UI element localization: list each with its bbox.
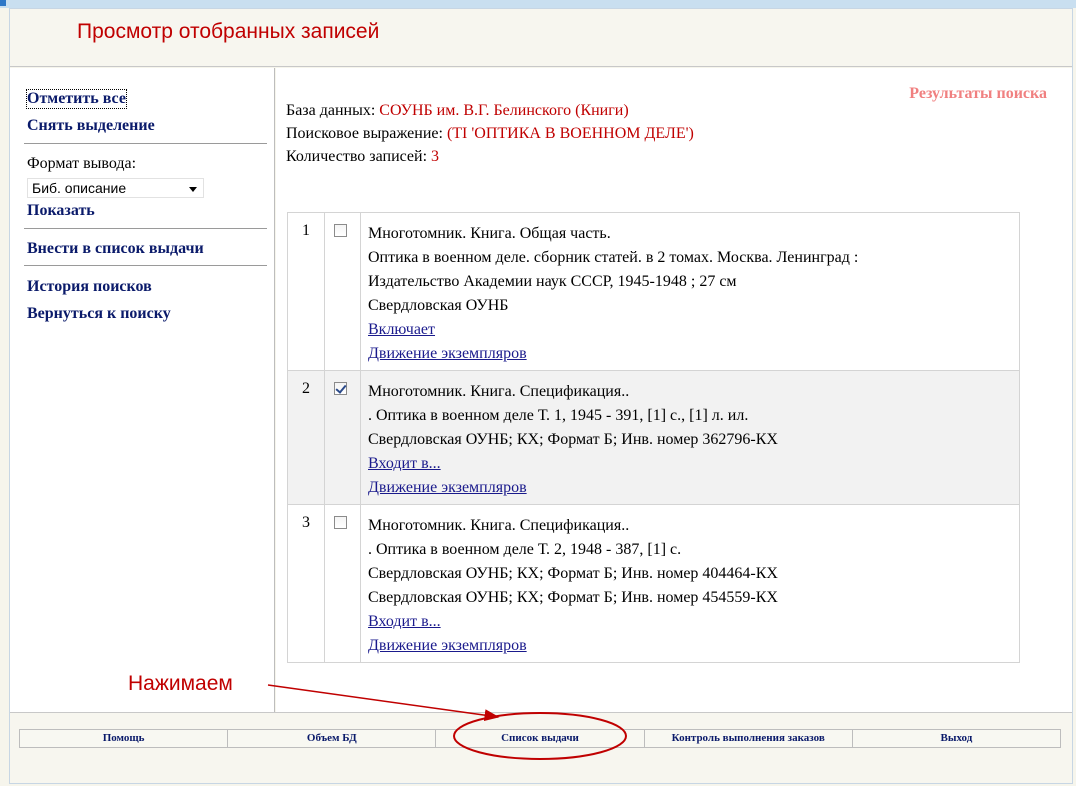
- copies-movement-link[interactable]: Движение экземпляров: [368, 476, 1019, 500]
- query-value: (TI 'ОПТИКА В ВОЕННОМ ДЕЛЕ'): [446, 125, 694, 142]
- table-row: 3 Многотомник. Книга. Спецификация.. . О…: [287, 504, 1020, 663]
- nav-issue-list[interactable]: Список выдачи: [436, 730, 645, 747]
- table-row: 2 Многотомник. Книга. Спецификация.. . О…: [287, 370, 1020, 505]
- record-number: 1: [287, 212, 325, 371]
- query-label: Поисковое выражение:: [286, 125, 443, 142]
- copies-movement-link[interactable]: Движение экземпляров: [368, 634, 1019, 658]
- database-info: База данных: СОУНБ им. В.Г. Белинского (…: [286, 102, 629, 120]
- chevron-down-icon: [189, 187, 197, 192]
- records-table: 1 Многотомник. Книга. Общая часть. Оптик…: [287, 212, 1020, 663]
- select-all-link[interactable]: Отметить все: [26, 89, 127, 109]
- includes-link[interactable]: Включает: [368, 318, 1019, 342]
- record-body: Многотомник. Книга. Спецификация.. . Опт…: [360, 370, 1020, 505]
- record-line: Свердловская ОУНБ: [368, 297, 509, 314]
- record-checkbox[interactable]: [334, 516, 347, 529]
- back-to-search-link[interactable]: Вернуться к поиску: [27, 305, 171, 323]
- table-row: 1 Многотомник. Книга. Общая часть. Оптик…: [287, 212, 1020, 371]
- deselect-link[interactable]: Снять выделение: [27, 117, 155, 135]
- nav-help[interactable]: Помощь: [20, 730, 229, 747]
- query-info: Поисковое выражение: (TI 'ОПТИКА В ВОЕНН…: [286, 125, 694, 143]
- sidebar-divider: [24, 228, 267, 230]
- part-of-link[interactable]: Входит в...: [368, 610, 1019, 634]
- window-corner-icon: [0, 0, 6, 6]
- record-line: Свердловская ОУНБ; КХ; Формат Б; Инв. но…: [368, 431, 778, 448]
- page-title: Просмотр отобранных записей: [77, 20, 380, 43]
- record-checkbox[interactable]: [334, 382, 347, 395]
- record-checkbox[interactable]: [334, 224, 347, 237]
- record-line: Свердловская ОУНБ; КХ; Формат Б; Инв. но…: [368, 565, 778, 582]
- nav-db-volume[interactable]: Объем БД: [228, 730, 437, 747]
- record-line: . Оптика в военном деле Т. 2, 1948 - 387…: [368, 541, 682, 558]
- format-label: Формат вывода:: [27, 155, 137, 172]
- record-line: Оптика в военном деле. сборник статей. в…: [368, 249, 859, 266]
- show-link[interactable]: Показать: [27, 202, 95, 220]
- count-value: 3: [431, 148, 440, 165]
- record-line: Многотомник. Книга. Спецификация..: [368, 517, 630, 534]
- annotation-label: Нажимаем: [128, 672, 233, 695]
- results-title: Результаты поиска: [909, 85, 1047, 102]
- window-top-strip: [0, 0, 1076, 8]
- page-footer: Помощь Объем БД Список выдачи Контроль в…: [10, 712, 1072, 784]
- count-label: Количество записей:: [286, 148, 428, 165]
- add-to-list-link[interactable]: Внести в список выдачи: [27, 240, 204, 258]
- record-body: Многотомник. Книга. Спецификация.. . Опт…: [360, 504, 1020, 663]
- record-line: Многотомник. Книга. Общая часть.: [368, 225, 611, 242]
- sidebar-divider: [24, 265, 267, 267]
- sidebar: Отметить все Снять выделение Формат выво…: [10, 68, 275, 712]
- sidebar-divider: [24, 143, 267, 145]
- copies-movement-link[interactable]: Движение экземпляров: [368, 342, 1019, 366]
- nav-order-control[interactable]: Контроль выполнения заказов: [644, 730, 853, 747]
- database-label: База данных:: [286, 102, 376, 119]
- part-of-link[interactable]: Входит в...: [368, 452, 1019, 476]
- record-number: 3: [287, 504, 325, 663]
- record-number: 2: [287, 370, 325, 505]
- main-content: Результаты поиска База данных: СОУНБ им.…: [276, 68, 1072, 712]
- count-info: Количество записей: 3: [286, 148, 439, 166]
- format-select[interactable]: Биб. описание: [27, 178, 204, 198]
- database-value: СОУНБ им. В.Г. Белинского (Книги): [379, 102, 629, 119]
- page-header: Просмотр отобранных записей: [10, 9, 1072, 67]
- record-line: Издательство Академии наук СССР, 1945-19…: [368, 273, 737, 290]
- record-line: . Оптика в военном деле Т. 1, 1945 - 391…: [368, 407, 749, 424]
- search-history-link[interactable]: История поисков: [27, 278, 152, 296]
- record-body: Многотомник. Книга. Общая часть. Оптика …: [360, 212, 1020, 371]
- format-select-value: Биб. описание: [32, 180, 127, 196]
- footer-nav: Помощь Объем БД Список выдачи Контроль в…: [19, 729, 1061, 748]
- nav-exit[interactable]: Выход: [852, 730, 1061, 747]
- record-line: Многотомник. Книга. Спецификация..: [368, 383, 630, 400]
- record-line: Свердловская ОУНБ; КХ; Формат Б; Инв. но…: [368, 589, 778, 606]
